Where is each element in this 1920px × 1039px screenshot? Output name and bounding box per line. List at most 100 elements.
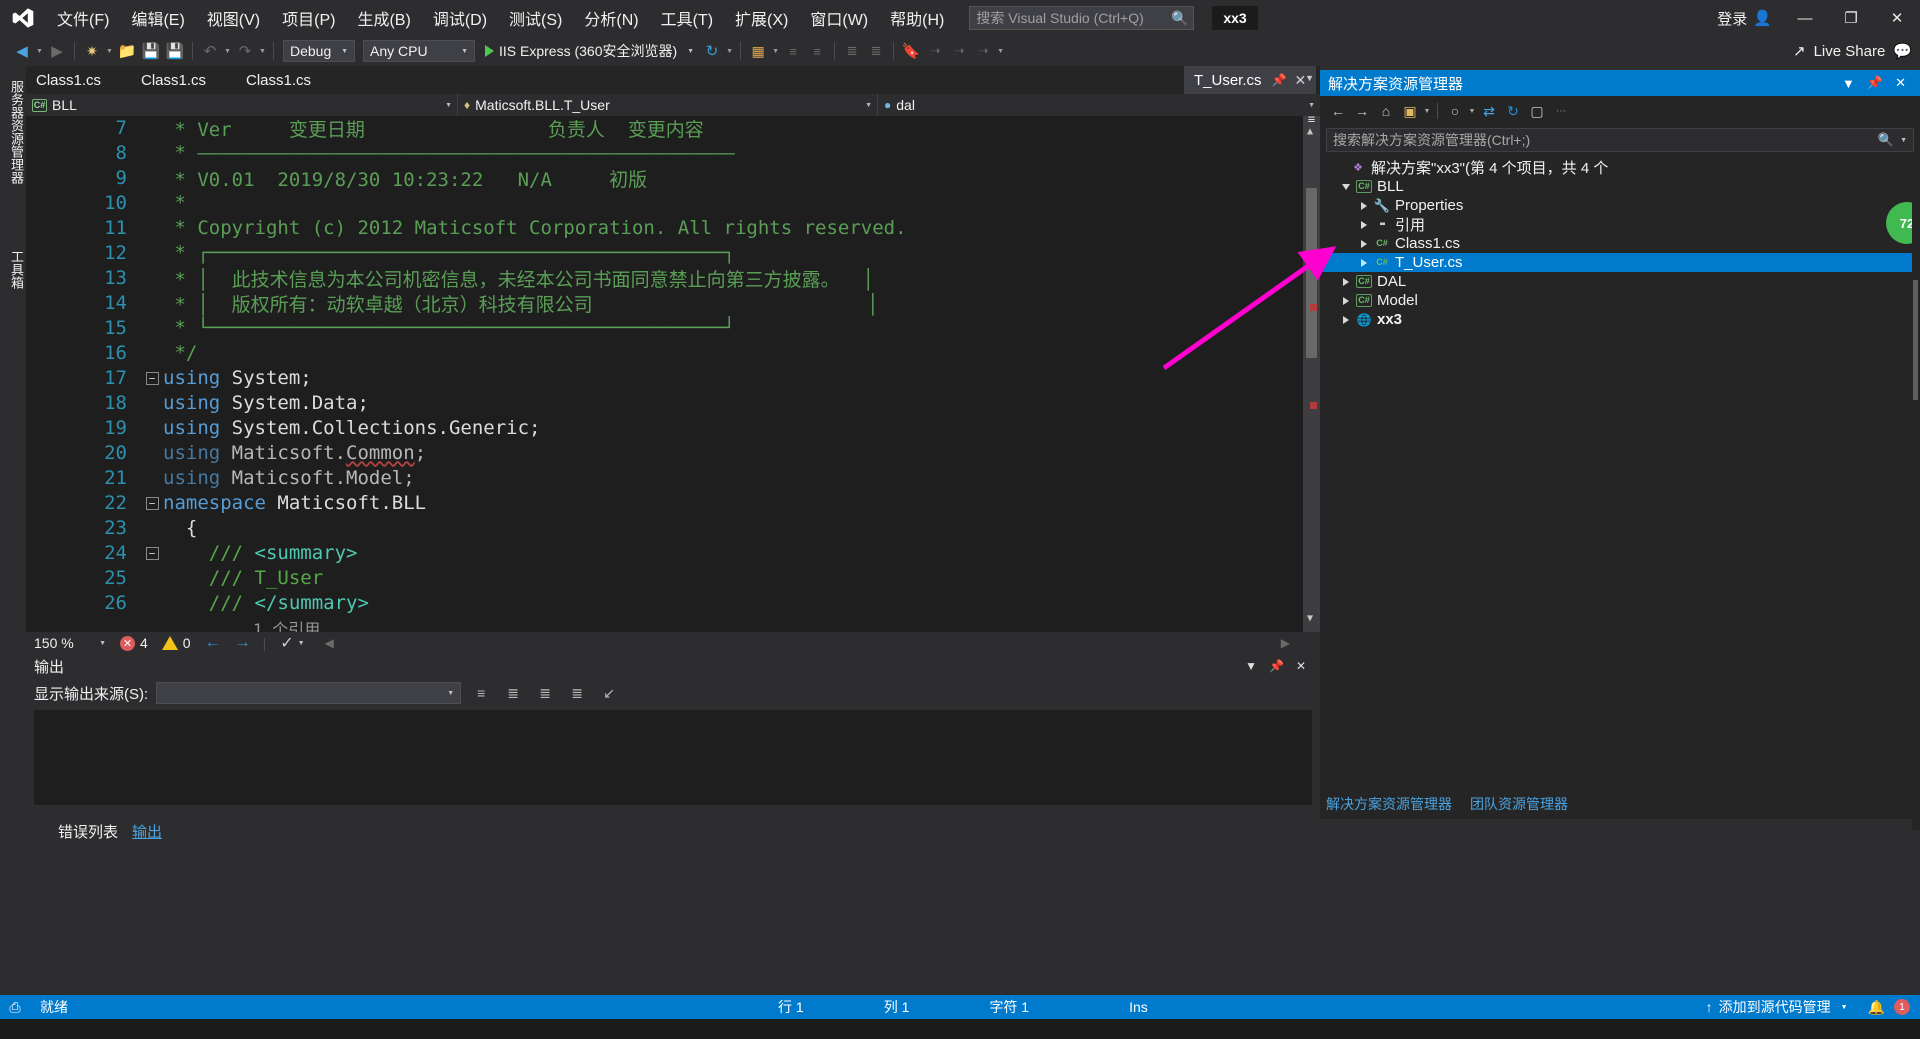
notifications-button[interactable]: 🔔 1: [1858, 999, 1920, 1016]
expander-right-icon[interactable]: [1356, 239, 1372, 248]
solution-explorer-scrollbar[interactable]: [1912, 190, 1920, 830]
expander-right-icon[interactable]: [1338, 277, 1354, 286]
tab-list-dropdown-icon[interactable]: ▼: [1305, 73, 1314, 83]
code-editor[interactable]: 7 * Ver 变更日期 负责人 变更内容 8 * ——————————————…: [26, 116, 1320, 632]
expander-down-icon[interactable]: [1338, 183, 1354, 190]
close-icon[interactable]: ✕: [1889, 75, 1912, 91]
sync-with-active-document-icon[interactable]: ⇄: [1477, 99, 1501, 123]
bookmarks-dropdown-icon[interactable]: ▼: [995, 39, 1006, 63]
menu-extensions[interactable]: 扩展(X): [724, 0, 799, 36]
fold-glyph[interactable]: −: [141, 546, 163, 561]
fold-glyph[interactable]: −: [141, 371, 163, 386]
next-issue-icon[interactable]: →: [235, 634, 251, 652]
warning-count-group[interactable]: 0: [161, 635, 191, 651]
tab-output[interactable]: 输出: [132, 821, 162, 842]
tree-item-solution[interactable]: ❖ 解决方案"xx3"(第 4 个项目，共 4 个: [1320, 158, 1920, 177]
sign-in-button[interactable]: 登录 👤: [1707, 0, 1782, 36]
new-project-dropdown-icon[interactable]: ▼: [104, 39, 115, 63]
editor-vertical-scrollbar[interactable]: ≣ ▲ ▼: [1303, 116, 1320, 632]
new-project-icon[interactable]: ✷: [80, 39, 104, 63]
tab-class1-2[interactable]: Class1.cs: [131, 66, 216, 94]
clear-bookmarks-icon[interactable]: ➝: [971, 39, 995, 63]
undo-icon[interactable]: ↶: [198, 39, 222, 63]
tab-team-explorer[interactable]: 团队资源管理器: [1470, 794, 1568, 814]
prev-issue-icon[interactable]: ←: [205, 634, 221, 652]
expander-right-icon[interactable]: [1356, 258, 1372, 267]
breadcrumb-type[interactable]: ♦ Maticsoft.BLL.T_User ▼: [458, 94, 878, 116]
menu-build[interactable]: 生成(B): [346, 0, 421, 36]
breadcrumb-project[interactable]: C# BLL ▼: [26, 94, 458, 116]
zoom-level-combo[interactable]: 150 % ▼: [34, 633, 106, 653]
menu-window[interactable]: 窗口(W): [799, 0, 879, 36]
error-count-group[interactable]: ✕ 4: [120, 635, 148, 651]
home-icon[interactable]: ⌂: [1374, 99, 1398, 123]
toolbox-tab[interactable]: 工具箱: [0, 244, 26, 295]
pending-changes-icon[interactable]: ▣: [1398, 99, 1422, 123]
go-to-message-icon[interactable]: ≣: [565, 681, 589, 705]
tab-class1-1[interactable]: Class1.cs: [26, 66, 111, 94]
close-button[interactable]: ✕: [1874, 0, 1920, 36]
expander-right-icon[interactable]: [1356, 201, 1372, 210]
hscroll-left-icon[interactable]: ◀: [325, 636, 334, 650]
menu-view[interactable]: 视图(V): [196, 0, 271, 36]
live-preview-icon[interactable]: ▦: [746, 39, 770, 63]
chevron-down-icon[interactable]: ▼: [1900, 137, 1907, 144]
solution-configuration-combo[interactable]: Debug ▼: [283, 40, 355, 62]
scrollbar-thumb[interactable]: [1306, 188, 1317, 358]
menu-file[interactable]: 文件(F): [46, 0, 120, 36]
tree-item-class1-cs[interactable]: C# Class1.cs: [1320, 234, 1920, 253]
chevron-down-icon[interactable]: ▼: [298, 640, 305, 647]
add-to-source-control-button[interactable]: ↑ 添加到源代码管理 ▼: [1696, 997, 1858, 1017]
chevron-down-icon[interactable]: ▼: [1467, 108, 1477, 115]
menu-tools[interactable]: 工具(T): [650, 0, 724, 36]
tab-t-user[interactable]: T_User.cs 📌 ✕: [1184, 66, 1317, 94]
comment-icon[interactable]: ≣: [840, 39, 864, 63]
pin-icon[interactable]: 📌: [1272, 73, 1287, 87]
live-preview-dropdown-icon[interactable]: ▼: [770, 39, 781, 63]
menu-analyze[interactable]: 分析(N): [573, 0, 649, 36]
collapse-all-icon[interactable]: ▢: [1525, 99, 1549, 123]
tab-solution-explorer[interactable]: 解决方案资源管理器: [1326, 794, 1452, 814]
output-source-combo[interactable]: ▼: [156, 682, 462, 704]
properties-icon[interactable]: ⋯: [1549, 99, 1573, 123]
tree-item-properties[interactable]: 🔧 Properties: [1320, 196, 1920, 215]
uncomment-icon[interactable]: ≣: [864, 39, 888, 63]
back-icon[interactable]: ←: [1326, 99, 1350, 123]
outdent-icon[interactable]: ≡: [805, 39, 829, 63]
live-share-label[interactable]: Live Share: [1814, 43, 1886, 60]
minimize-button[interactable]: —: [1782, 0, 1828, 36]
tab-class1-3[interactable]: Class1.cs: [236, 66, 321, 94]
toggle-wordwrap-icon[interactable]: ≣: [533, 681, 557, 705]
navigate-back-dropdown-icon[interactable]: ▼: [34, 39, 45, 63]
pin-icon[interactable]: 📌: [1861, 75, 1889, 91]
search-input[interactable]: 搜索 Visual Studio (Ctrl+Q) 🔍: [969, 6, 1195, 30]
solution-explorer-dropdown-icon[interactable]: ▼: [1836, 76, 1861, 91]
navigate-forward-icon[interactable]: ▶: [45, 39, 69, 63]
code-lens-label[interactable]: 1 个引用: [163, 616, 320, 632]
solution-explorer-search-input[interactable]: 搜索解决方案资源管理器(Ctrl+;) 🔍 ▼: [1326, 128, 1914, 152]
tab-error-list[interactable]: 错误列表: [58, 821, 118, 842]
menu-project[interactable]: 项目(P): [271, 0, 346, 36]
scroll-down-icon[interactable]: ▼: [1307, 613, 1313, 624]
breadcrumb-member[interactable]: ● dal ▼: [878, 94, 1320, 116]
expander-right-icon[interactable]: [1338, 315, 1354, 324]
menu-help[interactable]: 帮助(H): [879, 0, 955, 36]
tree-item-xx3[interactable]: 🌐 xx3: [1320, 310, 1920, 329]
show-all-files-icon[interactable]: ○: [1443, 99, 1467, 123]
open-file-icon[interactable]: 📁: [115, 39, 139, 63]
expander-right-icon[interactable]: [1338, 296, 1354, 305]
clear-all-icon[interactable]: ≣: [501, 681, 525, 705]
tree-item-references[interactable]: ▪▪ 引用: [1320, 215, 1920, 234]
menu-edit[interactable]: 编辑(E): [120, 0, 195, 36]
cleanup-icon[interactable]: ✓: [280, 633, 293, 653]
tree-item-dal[interactable]: C# DAL: [1320, 272, 1920, 291]
word-wrap-icon[interactable]: ↙: [597, 681, 621, 705]
fold-glyph[interactable]: −: [141, 496, 163, 511]
restore-button[interactable]: ❐: [1828, 0, 1874, 36]
bookmark-icon[interactable]: 🔖: [899, 39, 923, 63]
redo-dropdown-icon[interactable]: ▼: [257, 39, 268, 63]
live-share-session-icon[interactable]: 💬: [1893, 42, 1912, 60]
prev-bookmark-icon[interactable]: ➝: [923, 39, 947, 63]
save-all-icon[interactable]: 💾: [163, 39, 187, 63]
scroll-up-icon[interactable]: ▲: [1307, 126, 1313, 137]
